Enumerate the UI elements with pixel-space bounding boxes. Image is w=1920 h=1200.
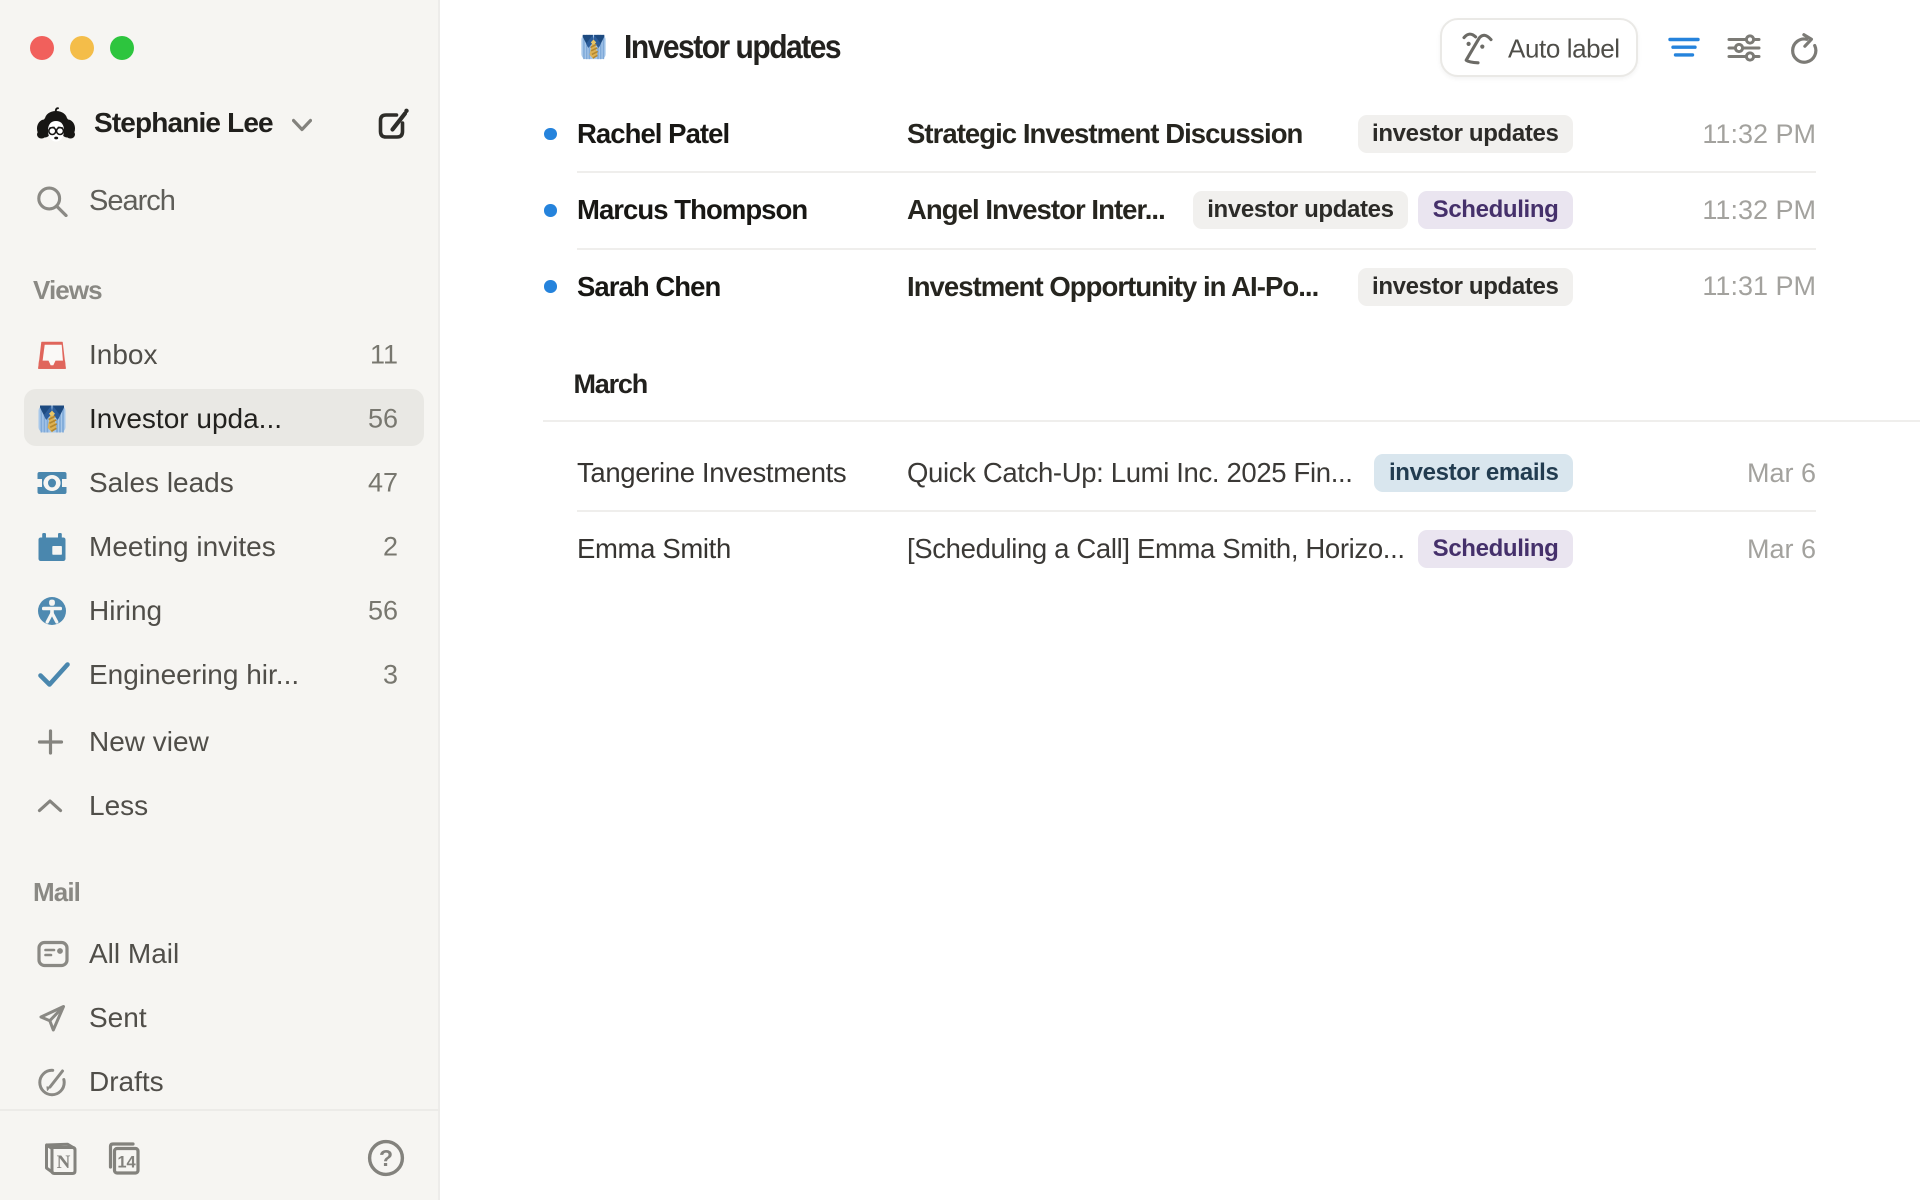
- svg-text:?: ?: [379, 1145, 393, 1171]
- svg-text:14: 14: [117, 1154, 136, 1172]
- svg-text:N: N: [57, 1152, 71, 1173]
